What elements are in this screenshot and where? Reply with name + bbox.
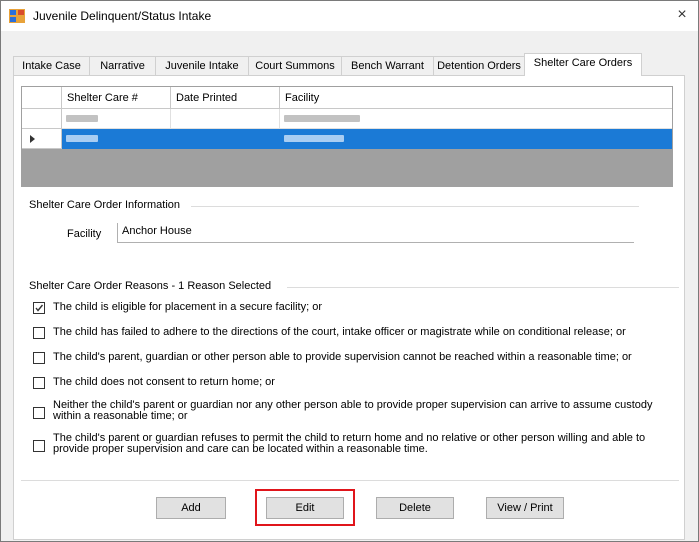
- delete-button[interactable]: Delete: [376, 497, 454, 519]
- cell-facility[interactable]: [280, 129, 672, 149]
- reason-text: The child does not consent to return hom…: [53, 376, 275, 388]
- cell-date-printed[interactable]: [171, 109, 280, 129]
- row-header[interactable]: [22, 109, 62, 129]
- edit-button[interactable]: Edit: [266, 497, 344, 519]
- view-print-button[interactable]: View / Print: [486, 497, 564, 519]
- reason-parent-refuses[interactable]: The child's parent or guardian refuses t…: [33, 433, 673, 459]
- column-header-date-printed[interactable]: Date Printed: [171, 87, 280, 109]
- facility-field[interactable]: Anchor House: [117, 223, 634, 243]
- intake-window: Juvenile Delinquent/Status Intake × Inta…: [0, 0, 699, 542]
- column-header-facility[interactable]: Facility: [280, 87, 672, 109]
- tab-intake-case[interactable]: Intake Case: [13, 56, 90, 75]
- shelter-care-orders-panel: Shelter Care # Date Printed Facility She…: [13, 75, 685, 540]
- redacted-value: [284, 115, 360, 122]
- redacted-value: [284, 135, 344, 142]
- reason-secure-facility[interactable]: The child is eligible for placement in a…: [33, 302, 673, 316]
- reason-no-one-to-assume-custody[interactable]: Neither the child's parent or guardian n…: [33, 400, 673, 426]
- tab-court-summons[interactable]: Court Summons: [248, 56, 342, 75]
- row-header[interactable]: [22, 129, 62, 149]
- reason-checkbox[interactable]: [33, 407, 45, 419]
- reason-checkbox[interactable]: [33, 440, 45, 452]
- grid-corner: [22, 87, 62, 109]
- reason-text: The child has failed to adhere to the di…: [53, 326, 626, 338]
- table-row[interactable]: [22, 109, 672, 129]
- shelter-care-grid[interactable]: Shelter Care # Date Printed Facility: [21, 86, 673, 187]
- grid-header: Shelter Care # Date Printed Facility: [22, 87, 672, 109]
- reason-text-line: provide proper supervision and care can …: [53, 443, 428, 455]
- title-bar[interactable]: Juvenile Delinquent/Status Intake ×: [1, 1, 698, 31]
- cell-facility[interactable]: [280, 109, 672, 129]
- group-border: [191, 206, 639, 207]
- group-border: [287, 287, 679, 288]
- reasons-group: Shelter Care Order Reasons - 1 Reason Se…: [21, 280, 679, 477]
- tab-bench-warrant[interactable]: Bench Warrant: [341, 56, 434, 75]
- checkmark-icon: [35, 304, 44, 312]
- reason-text: The child's parent, guardian or other pe…: [53, 351, 632, 363]
- info-legend: Shelter Care Order Information: [29, 199, 181, 211]
- table-row[interactable]: [22, 129, 672, 149]
- shelter-care-info-group: Shelter Care Order Information Facility …: [21, 199, 679, 270]
- add-button[interactable]: Add: [156, 497, 226, 519]
- column-header-shelter-care-num[interactable]: Shelter Care #: [62, 87, 171, 109]
- tab-shelter-care-orders[interactable]: Shelter Care Orders: [524, 53, 642, 76]
- separator: [21, 480, 679, 481]
- reason-checkbox[interactable]: [33, 302, 45, 314]
- tab-narrative[interactable]: Narrative: [89, 56, 156, 75]
- reason-checkbox[interactable]: [33, 352, 45, 364]
- reason-no-consent[interactable]: The child does not consent to return hom…: [33, 377, 673, 391]
- reason-text-line: within a reasonable time; or: [53, 410, 188, 422]
- reason-text: The child is eligible for placement in a…: [53, 301, 323, 313]
- tab-juvenile-intake[interactable]: Juvenile Intake: [155, 56, 249, 75]
- app-icon: [9, 9, 25, 23]
- current-row-arrow-icon: [30, 135, 35, 143]
- redacted-value: [66, 135, 98, 142]
- cell-shelter-care-num[interactable]: [62, 109, 171, 129]
- window-title: Juvenile Delinquent/Status Intake: [33, 9, 212, 23]
- reason-parent-not-reached[interactable]: The child's parent, guardian or other pe…: [33, 352, 673, 366]
- window-client: Intake Case Narrative Juvenile Intake Co…: [1, 31, 698, 541]
- tab-detention-orders[interactable]: Detention Orders: [433, 56, 525, 75]
- redacted-value: [66, 115, 98, 122]
- facility-value: Anchor House: [122, 225, 192, 237]
- reason-failed-to-adhere[interactable]: The child has failed to adhere to the di…: [33, 327, 673, 341]
- facility-label: Facility: [67, 228, 102, 240]
- cell-date-printed[interactable]: [171, 129, 280, 149]
- reason-checkbox[interactable]: [33, 377, 45, 389]
- reason-checkbox[interactable]: [33, 327, 45, 339]
- cell-shelter-care-num[interactable]: [62, 129, 171, 149]
- reasons-legend: Shelter Care Order Reasons - 1 Reason Se…: [29, 280, 272, 292]
- close-icon[interactable]: ×: [672, 5, 692, 25]
